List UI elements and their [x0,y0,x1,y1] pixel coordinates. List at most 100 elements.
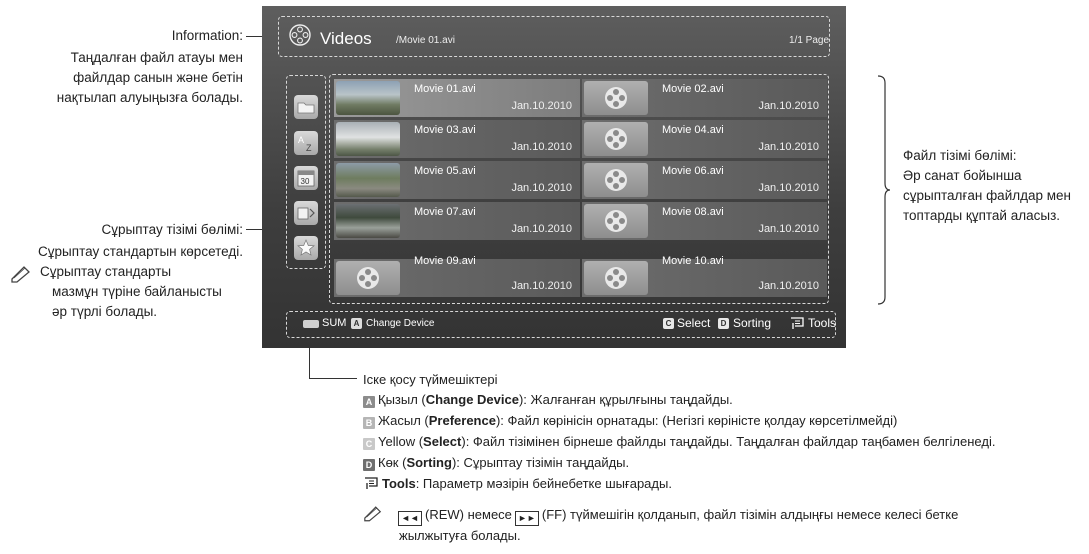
file-date: Jan.10.2010 [758,280,819,292]
file-item-movie-04[interactable]: Movie 04.avi Jan.10.2010 [582,120,827,158]
file-name: Movie 01.avi [414,83,476,95]
note-line-2: мазмұн түріне байланысты [52,284,222,299]
file-list-bracket [877,75,891,310]
file-date: Jan.10.2010 [511,182,572,194]
file-date: Jan.10.2010 [511,141,572,153]
legend-note-line-2: жылжытуға болады. [399,528,521,543]
information-line-3: нақтылап алуыңызға болады. [56,90,243,105]
memo-note-icon [363,505,383,528]
date-sort-icon[interactable]: 30 [294,166,318,190]
videos-icon [288,23,312,52]
legend-b-post: ): Файл көрінісін орнатады: (Негізгі көр… [495,413,898,428]
legend-c-post: ): Файл тізімінен бірнеше файлды таңдайд… [461,434,996,449]
sum-remote-icon [303,320,319,328]
sorting-button[interactable]: Sorting [733,316,771,330]
film-reel-icon [605,87,627,109]
legend-note-rew: (REW) немесе [425,507,512,522]
legend-tools-icon [363,475,379,496]
file-list-line-2: сұрыпталған файлдар мен [903,188,1071,203]
information-annotation: Information: Таңдалған файл атауы мен фа… [0,26,243,108]
file-list-title: Файл тізімі бөлімі: [903,148,1017,163]
file-name: Movie 10.avi [662,255,724,267]
favorite-sort-icon[interactable] [294,236,318,260]
change-device-button[interactable]: Change Device [366,318,434,329]
film-reel-icon [605,169,627,191]
file-list-annotation: Файл тізімі бөлімі: Әр санат бойынша сұр… [903,146,1071,226]
tools-button[interactable]: Tools [808,316,836,330]
pier-thumbnail [336,81,400,115]
legend-note: ◄◄ (REW) немесе ►► (FF) түймешігін қолданып… [363,504,1083,528]
file-item-movie-03[interactable]: Movie 03.avi Jan.10.2010 [334,120,580,158]
film-reel-thumbnail [584,81,648,115]
file-item-movie-08[interactable]: Movie 08.avi Jan.10.2010 [582,202,827,240]
svg-text:30: 30 [301,177,310,186]
file-item-movie-05[interactable]: Movie 05.avi Jan.10.2010 [334,161,580,199]
legend-a-bold: Change Device [425,392,519,407]
a-chip-icon: A [363,396,375,408]
file-name: Movie 05.avi [414,165,476,177]
file-item-movie-10[interactable]: Movie 10.avi Jan.10.2010 [582,255,827,297]
file-item-movie-09[interactable]: Movie 09.avi Jan.10.2010 [334,255,580,297]
film-reel-icon [357,267,379,289]
alphabetical-sort-icon[interactable]: AZ [294,131,318,155]
b-chip-icon: B [363,417,375,429]
ff-button-icon: ►► [514,511,539,526]
file-item-movie-01[interactable]: Movie 01.avi Jan.10.2010 [334,79,580,117]
folder-view-sort-icon[interactable] [294,201,318,225]
buttons-legend: Іске қосу түймешіктері A Қызыл (Change De… [363,369,1083,544]
waterfall-thumbnail [336,122,400,156]
legend-c-pre: Yellow ( [378,434,424,449]
buttons-leader-horizontal [309,378,357,379]
file-name: Movie 04.avi [662,124,724,136]
sort-section-title: Сұрыптау тізімі бөлімі: [101,222,243,237]
note-line-3: әр түрлі болады. [52,304,158,319]
current-file-path: /Movie 01.avi [396,35,455,46]
legend-a-post: ): Жалғанған құрылғыны таңдайды. [518,392,733,407]
file-item-movie-06[interactable]: Movie 06.avi Jan.10.2010 [582,161,827,199]
information-line-2: файлдар санын және бетін [73,70,243,85]
file-date: Jan.10.2010 [511,100,572,112]
legend-d: D Көк (Sorting): Сұрыптау тізімін таңдайд… [363,452,1083,473]
file-name: Movie 03.avi [414,124,476,136]
file-name: Movie 09.avi [414,255,476,267]
page-title: Videos [320,29,372,48]
file-item-movie-07[interactable]: Movie 07.avi Jan.10.2010 [334,202,580,240]
legend-a: A Қызыл (Change Device): Жалғанған құрылғ… [363,389,1083,410]
c-chip-icon: C [363,438,375,450]
a-button-icon: A [351,318,362,329]
file-name: Movie 02.avi [662,83,724,95]
file-date: Jan.10.2010 [758,100,819,112]
film-reel-icon [605,128,627,150]
svg-text:Z: Z [306,143,312,153]
note-annotation: Сұрыптау стандарты мазмұн түріне байланы… [40,262,222,322]
file-list-line-1: Әр санат бойынша [903,168,1022,183]
legend-a-pre: Қызыл ( [378,392,426,407]
file-item-movie-02[interactable]: Movie 02.avi Jan.10.2010 [582,79,827,117]
film-reel-thumbnail [584,163,648,197]
film-reel-thumbnail [584,204,648,238]
legend-b-bold: Preference [428,413,496,428]
legend-c: C Yellow (Select): Файл тізімінен бірнеше… [363,431,1083,452]
tv-screen: Videos /Movie 01.avi 1/1 Page AZ 30 Movi… [262,6,846,348]
legend-d-post: ): Сұрыптау тізімін таңдайды. [451,455,630,470]
note-line-1: Сұрыптау стандарты [40,264,172,279]
film-reel-icon [605,210,627,232]
d-button-icon: D [718,318,729,329]
film-reel-thumbnail [336,261,400,295]
page-indicator: 1/1 Page [789,35,830,46]
sort-section-annotation: Сұрыптау тізімі бөлімі: Сұрыптау стандар… [0,220,243,262]
select-button[interactable]: Select [677,316,710,330]
information-title: Information: [171,28,243,43]
legend-tools-bold: Tools [382,476,416,491]
film-reel-icon [605,267,627,289]
file-list-line-3: топтарды құптай аласыз. [903,208,1061,223]
legend-b-pre: Жасыл ( [378,413,429,428]
crowd-thumbnail [336,204,400,238]
legend-d-bold: Sorting [406,455,452,470]
file-name: Movie 07.avi [414,206,476,218]
folder-sort-icon[interactable] [294,95,318,119]
legend-heading: Іске қосу түймешіктері [363,372,498,387]
legend-d-pre: Көк ( [378,455,407,470]
sort-section-line: Сұрыптау стандартын көрсетеді. [38,244,243,259]
file-name: Movie 08.avi [662,206,724,218]
